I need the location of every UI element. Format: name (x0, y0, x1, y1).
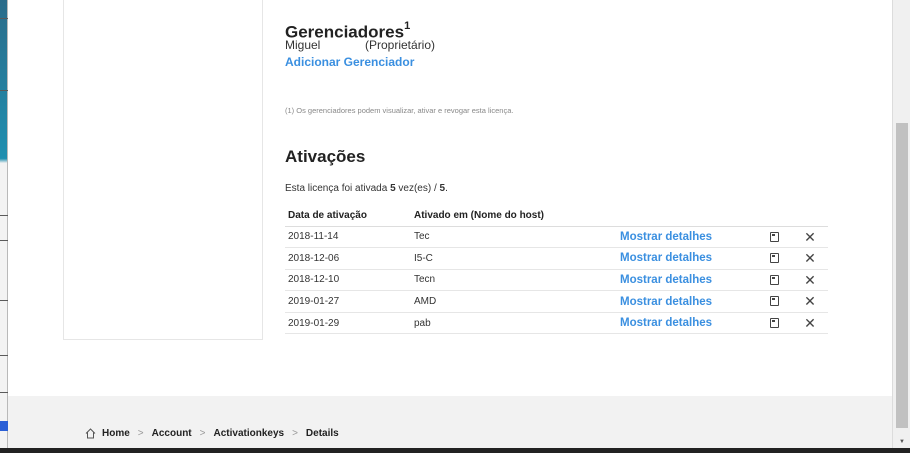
activation-date: 2019-01-29 (285, 312, 411, 335)
document-cell (756, 312, 792, 335)
scrollbar-thumb[interactable] (896, 123, 908, 428)
activation-host: Tec (411, 226, 617, 249)
activation-host: Tecn (411, 269, 617, 292)
table-row: 2018-11-14 Tec Mostrar detalhes ✕ (285, 226, 828, 249)
close-icon[interactable]: ✕ (804, 316, 816, 330)
document-icon[interactable] (769, 296, 779, 307)
home-icon[interactable] (85, 428, 96, 439)
background-window-highlight (0, 421, 8, 431)
background-window-mark (0, 90, 8, 91)
table-row: 2018-12-10 Tecn Mostrar detalhes ✕ (285, 269, 828, 292)
document-icon[interactable] (769, 318, 779, 329)
breadcrumb-activationkeys[interactable]: Activationkeys (213, 428, 284, 439)
scroll-down-arrow-icon[interactable]: ▼ (899, 439, 905, 445)
close-icon[interactable]: ✕ (804, 294, 816, 308)
chevron-right-icon: > (199, 428, 206, 439)
revoke-cell: ✕ (792, 269, 828, 292)
add-manager-link[interactable]: Adicionar Gerenciador (285, 55, 414, 69)
breadcrumb-account[interactable]: Account (152, 428, 192, 439)
revoke-cell: ✕ (792, 226, 828, 249)
background-window-mark (0, 18, 8, 19)
revoke-cell: ✕ (792, 290, 828, 313)
close-icon[interactable]: ✕ (804, 273, 816, 287)
side-panel (63, 0, 263, 340)
content-card: Gerenciadores1 Miguel (Proprietário) Adi… (8, 0, 892, 396)
activation-date: 2018-11-14 (285, 226, 411, 249)
breadcrumb-details[interactable]: Details (306, 428, 339, 439)
activations-table: Data de ativação Ativado em (Nome do hos… (285, 206, 828, 335)
background-window-mark (0, 240, 8, 241)
show-details-link[interactable]: Mostrar detalhes (617, 247, 756, 270)
show-details-link[interactable]: Mostrar detalhes (617, 290, 756, 313)
taskbar (0, 448, 910, 453)
breadcrumb-home[interactable]: Home (102, 428, 130, 439)
document-icon[interactable] (769, 253, 779, 264)
document-cell (756, 290, 792, 313)
column-header-host: Ativado em (Nome do host) (411, 206, 617, 227)
manager-name: Miguel (285, 38, 321, 52)
background-window-mark (0, 215, 8, 216)
managers-footnote-marker: 1 (404, 20, 411, 32)
revoke-cell: ✕ (792, 247, 828, 270)
document-cell (756, 247, 792, 270)
show-details-link[interactable]: Mostrar detalhes (617, 269, 756, 292)
activation-date: 2018-12-06 (285, 247, 411, 270)
show-details-link[interactable]: Mostrar detalhes (617, 312, 756, 335)
close-icon[interactable]: ✕ (804, 251, 816, 265)
status-prefix: Esta licença foi ativada (285, 183, 391, 194)
column-header-date: Data de ativação (285, 206, 411, 227)
activation-host: AMD (411, 290, 617, 313)
activation-host: I5-C (411, 247, 617, 270)
manager-role: (Proprietário) (365, 38, 436, 52)
activation-host: pab (411, 312, 617, 335)
document-cell (756, 226, 792, 249)
vertical-scrollbar[interactable]: ▼ (892, 0, 910, 453)
column-header-revoke (792, 206, 828, 227)
managers-footnote: (1) Os gerenciadores podem visualizar, a… (285, 106, 514, 115)
activation-date: 2018-12-10 (285, 269, 411, 292)
background-window-mark (0, 355, 8, 356)
background-window-mark (0, 392, 8, 393)
document-icon[interactable] (769, 231, 779, 242)
table-row: 2019-01-27 AMD Mostrar detalhes ✕ (285, 290, 828, 313)
status-suffix: . (445, 183, 448, 194)
column-header-document (756, 206, 792, 227)
manager-row: Miguel (Proprietário) (285, 38, 435, 52)
show-details-link[interactable]: Mostrar detalhes (617, 226, 756, 249)
chevron-right-icon: > (137, 428, 144, 439)
activations-heading: Ativações (285, 147, 366, 166)
chevron-right-icon: > (292, 428, 298, 439)
revoke-cell: ✕ (792, 312, 828, 335)
browser-page: Gerenciadores1 Miguel (Proprietário) Adi… (8, 0, 892, 453)
close-icon[interactable]: ✕ (804, 230, 816, 244)
table-header-row: Data de ativação Ativado em (Nome do hos… (285, 206, 828, 227)
background-window-mark (0, 300, 8, 301)
table-row: 2019-01-29 pab Mostrar detalhes ✕ (285, 312, 828, 335)
status-mid: vez(es) / (395, 183, 440, 194)
document-icon[interactable] (769, 274, 779, 285)
column-header-details (617, 206, 756, 227)
table-row: 2018-12-06 I5-C Mostrar detalhes ✕ (285, 247, 828, 270)
activation-status: Esta licença foi ativada 5 vez(es) / 5. (285, 183, 448, 194)
breadcrumb: Home > Account > Activationkeys > Detail… (85, 428, 339, 439)
background-window-edge (0, 0, 8, 453)
document-cell (756, 269, 792, 292)
activation-date: 2019-01-27 (285, 290, 411, 313)
